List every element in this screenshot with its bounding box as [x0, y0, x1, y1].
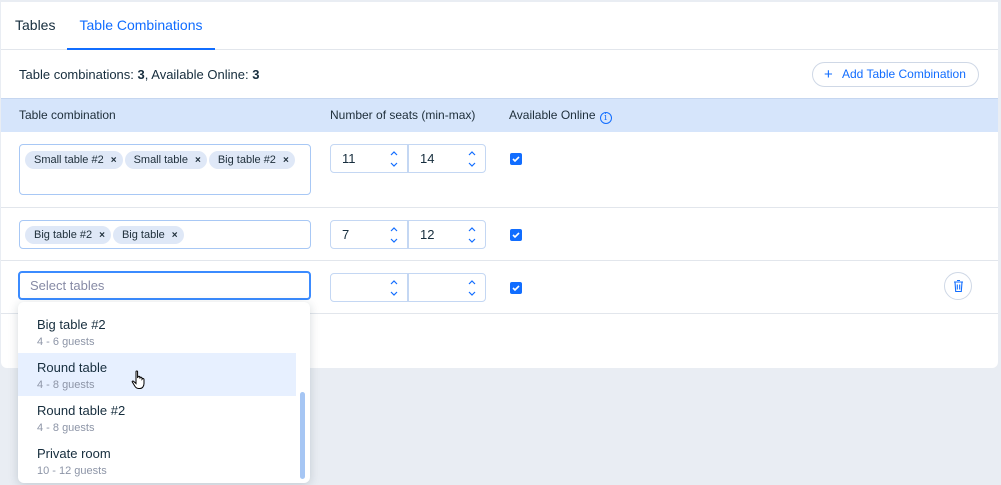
info-icon[interactable]: i	[599, 112, 612, 124]
table-chip: Small table ×	[124, 151, 207, 169]
tables-dropdown: Big table #2 4 - 6 guests Round table 4 …	[18, 302, 310, 483]
stepper-arrows-icon[interactable]	[389, 147, 399, 171]
summary-text: Table combinations: 3, Available Online:…	[19, 67, 259, 82]
hand-cursor-icon	[131, 370, 147, 395]
remove-chip-icon[interactable]: ×	[195, 155, 201, 166]
remove-chip-icon[interactable]: ×	[111, 155, 117, 166]
max-seats-stepper[interactable]: 12	[408, 220, 486, 249]
max-seats-value: 14	[420, 151, 435, 166]
tab-bar: Tables Table Combinations	[1, 2, 998, 50]
trash-icon	[954, 279, 963, 293]
chip-label: Small table	[133, 154, 188, 166]
remove-chip-icon[interactable]: ×	[283, 155, 289, 166]
add-table-combination-button[interactable]: + Add Table Combination	[812, 62, 979, 87]
combinations-count: 3	[137, 67, 145, 82]
max-seats-value: 12	[420, 227, 435, 242]
online-count: 3	[252, 67, 260, 82]
table-row: Small table #2 × Small table × Big table #2 ×…	[1, 132, 998, 208]
online-label: , Available Online:	[144, 67, 253, 82]
available-online-checkbox[interactable]	[510, 282, 522, 294]
select-tables-input[interactable]: Select tables	[18, 271, 311, 300]
table-chip: Big table #2 ×	[208, 151, 295, 169]
table-header: Table combination Number of seats (min-m…	[1, 98, 998, 132]
tables-tag-input[interactable]: Small table #2 × Small table × Big table #2 ×	[19, 144, 311, 195]
add-button-label: Add Table Combination	[842, 67, 966, 81]
table-chip: Small table #2 ×	[25, 151, 123, 169]
remove-chip-icon[interactable]: ×	[172, 230, 178, 241]
option-guests: 4 - 8 guests	[37, 422, 95, 434]
dropdown-option[interactable]: Big table #2 4 - 6 guests	[18, 310, 296, 353]
chip-label: Big table #2	[34, 229, 93, 241]
option-name: Big table #2	[37, 317, 106, 332]
min-seats-stepper[interactable]: 7	[330, 220, 408, 249]
option-guests: 4 - 8 guests	[37, 379, 95, 391]
chip-label: Small table #2	[34, 154, 104, 166]
option-name: Round table	[37, 360, 108, 375]
stepper-arrows-icon[interactable]	[467, 223, 477, 247]
max-seats-stepper[interactable]: 14	[408, 144, 486, 173]
option-name: Round table #2	[37, 403, 126, 418]
table-row: Big table #2 × Big table × 7 12	[1, 208, 998, 261]
tables-tag-input[interactable]: Big table #2 × Big table ×	[19, 220, 311, 249]
table-chip: Big table ×	[112, 226, 184, 244]
min-seats-stepper[interactable]: 11	[330, 144, 408, 173]
dropdown-option[interactable]: Round table #2 4 - 8 guests	[18, 396, 296, 439]
option-guests: 4 - 6 guests	[37, 336, 95, 348]
tab-tables[interactable]: Tables	[15, 2, 55, 50]
available-online-checkbox[interactable]	[510, 229, 522, 241]
table-chip: Big table #2 ×	[25, 226, 111, 244]
column-header-online: Available Online i	[509, 99, 612, 132]
min-seats-value: 7	[342, 227, 350, 242]
stepper-arrows-icon[interactable]	[389, 223, 399, 247]
stepper-arrows-icon[interactable]	[467, 147, 477, 171]
remove-chip-icon[interactable]: ×	[99, 230, 105, 241]
stepper-arrows-icon[interactable]	[467, 276, 477, 300]
chip-label: Big table #2	[217, 154, 276, 166]
delete-combination-button[interactable]	[944, 272, 972, 300]
tab-table-combinations[interactable]: Table Combinations	[67, 2, 215, 50]
available-online-checkbox[interactable]	[510, 153, 522, 165]
dropdown-option[interactable]: Private room 10 - 12 guests	[18, 439, 296, 482]
option-name: Private room	[37, 446, 111, 461]
min-seats-stepper[interactable]	[330, 273, 408, 302]
chip-label: Big table	[121, 229, 165, 241]
max-seats-stepper[interactable]	[408, 273, 486, 302]
column-header-seats: Number of seats (min-max)	[330, 108, 476, 122]
stepper-arrows-icon[interactable]	[389, 276, 399, 300]
dropdown-scrollbar[interactable]	[300, 392, 305, 479]
column-header-combination: Table combination	[19, 108, 116, 122]
plus-icon: +	[824, 66, 833, 83]
column-header-online-label: Available Online	[509, 108, 596, 122]
min-seats-value: 11	[342, 151, 356, 166]
combinations-label: Table combinations:	[19, 67, 138, 82]
dropdown-option[interactable]: Round table 4 - 8 guests	[18, 353, 296, 396]
option-guests: 10 - 12 guests	[37, 465, 107, 477]
